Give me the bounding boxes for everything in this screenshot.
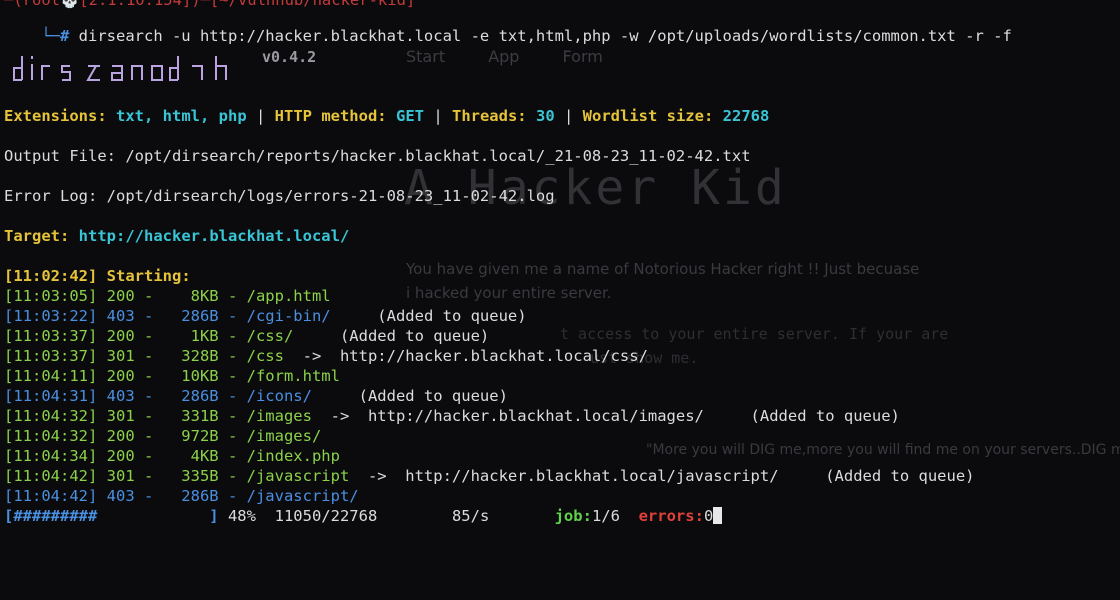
wordlist-size-value: 22768 <box>722 107 770 125</box>
threads-label: Threads: <box>451 107 527 125</box>
result-entry: [11:04:42] 403 - 286B - /javascript/ <box>4 487 359 505</box>
background-paragraph: You have given me a name of Notorious Ha… <box>406 260 920 302</box>
result-row: [11:04:34] 200 - 4KB - /index.php <box>4 446 340 466</box>
progress-line: [######### ] 48% 11050/22768 85/s job:1/… <box>4 506 723 526</box>
result-entry: [11:04:32] 301 - 331B - /images <box>4 407 312 425</box>
starting-time: [11:02:42] <box>4 267 98 285</box>
result-row: [11:03:22] 403 - 286B - /cgi-bin/ (Added… <box>4 306 527 326</box>
result-row: [11:03:05] 200 - 8KB - /app.html <box>4 286 331 306</box>
command-text: dirsearch -u http://hacker.blackhat.loca… <box>69 27 1012 45</box>
terminal-cursor[interactable] <box>713 507 723 524</box>
result-entry: [11:04:32] 200 - 972B - /images/ <box>4 427 322 445</box>
nav-form-link: Form <box>562 47 603 66</box>
progress-bar: [######### ] <box>4 507 219 525</box>
result-entry: [11:03:05] 200 - 8KB - /app.html <box>4 287 331 305</box>
result-extra: -> http://hacker.blackhat.local/images/ … <box>311 407 900 425</box>
result-extra: -> http://hacker.blackhat.local/css/ <box>283 347 648 365</box>
extensions-value: txt, html, php <box>116 107 247 125</box>
dirsearch-logo <box>13 56 227 81</box>
nav-start-link: Start <box>406 47 446 66</box>
background-nav: Start App Form <box>406 47 641 66</box>
progress-count: 11050/22768 <box>255 507 378 525</box>
separator: | <box>423 107 452 125</box>
result-extra: (Added to queue) <box>311 387 508 405</box>
result-row: [11:04:11] 200 - 10KB - /form.html <box>4 366 340 386</box>
separator: | <box>554 107 583 125</box>
background-quote: "More you will DIG me,more you will find… <box>646 442 1120 458</box>
starting-line: [11:02:42] Starting: <box>4 266 191 286</box>
wordlist-size-label: Wordlist size: <box>582 107 714 125</box>
result-row: [11:03:37] 301 - 328B - /css -> http://h… <box>4 346 648 366</box>
errors-label: errors: <box>619 507 704 525</box>
output-file-line: Output File: /opt/dirsearch/reports/hack… <box>4 147 751 165</box>
http-method-value: GET <box>395 107 424 125</box>
result-entry: [11:03:22] 403 - 286B - /cgi-bin/ <box>4 307 331 325</box>
job-value: 1/6 <box>591 507 620 525</box>
result-row: [11:03:37] 200 - 1KB - /css/ (Added to q… <box>4 326 489 346</box>
target-label: Target: <box>4 227 70 245</box>
result-entry: [11:03:37] 301 - 328B - /css <box>4 347 284 365</box>
progress-rate: 85/s <box>377 507 490 525</box>
result-extra: (Added to queue) <box>293 327 490 345</box>
http-method-label: HTTP method: <box>274 107 387 125</box>
config-line: Extensions: txt, html, php | HTTP method… <box>4 106 769 126</box>
result-extra: -> http://hacker.blackhat.local/javascri… <box>349 467 975 485</box>
job-label: job: <box>489 507 592 525</box>
progress-percent: 48% <box>218 507 256 525</box>
target-line: Target: http://hacker.blackhat.local/ <box>4 226 349 246</box>
separator: | <box>246 107 275 125</box>
extensions-label: Extensions: <box>4 107 107 125</box>
result-entry: [11:04:11] 200 - 10KB - /form.html <box>4 367 340 385</box>
nav-app-link: App <box>488 47 520 66</box>
result-row: [11:04:32] 301 - 331B - /images -> http:… <box>4 406 900 426</box>
result-row: [11:04:32] 200 - 972B - /images/ <box>4 426 321 446</box>
result-entry: [11:04:42] 301 - 335B - /javascript <box>4 467 350 485</box>
starting-label: Starting: <box>106 267 191 285</box>
result-entry: [11:04:31] 403 - 286B - /icons/ <box>4 387 312 405</box>
prompt-symbol: └─# <box>41 27 70 45</box>
result-entry: [11:04:34] 200 - 4KB - /index.php <box>4 447 340 465</box>
result-entry: [11:03:37] 200 - 1KB - /css/ <box>4 327 294 345</box>
result-row: [11:04:42] 403 - 286B - /javascript/ <box>4 486 359 506</box>
errors-value: 0 <box>703 507 714 525</box>
background-paragraph-2a: t access to your entire server. If your … <box>560 325 949 343</box>
result-row: [11:04:31] 403 - 286B - /icons/ (Added t… <box>4 386 508 406</box>
target-url: http://hacker.blackhat.local/ <box>78 227 350 245</box>
threads-value: 30 <box>535 107 555 125</box>
result-row: [11:04:42] 301 - 335B - /javascript -> h… <box>4 466 975 486</box>
result-extra: (Added to queue) <box>330 307 527 325</box>
error-log-line: Error Log: /opt/dirsearch/logs/errors-21… <box>4 187 555 205</box>
version-label: v0.4.2 <box>262 48 317 66</box>
command-line: └─# dirsearch -u http://hacker.blackhat.… <box>4 6 1012 45</box>
